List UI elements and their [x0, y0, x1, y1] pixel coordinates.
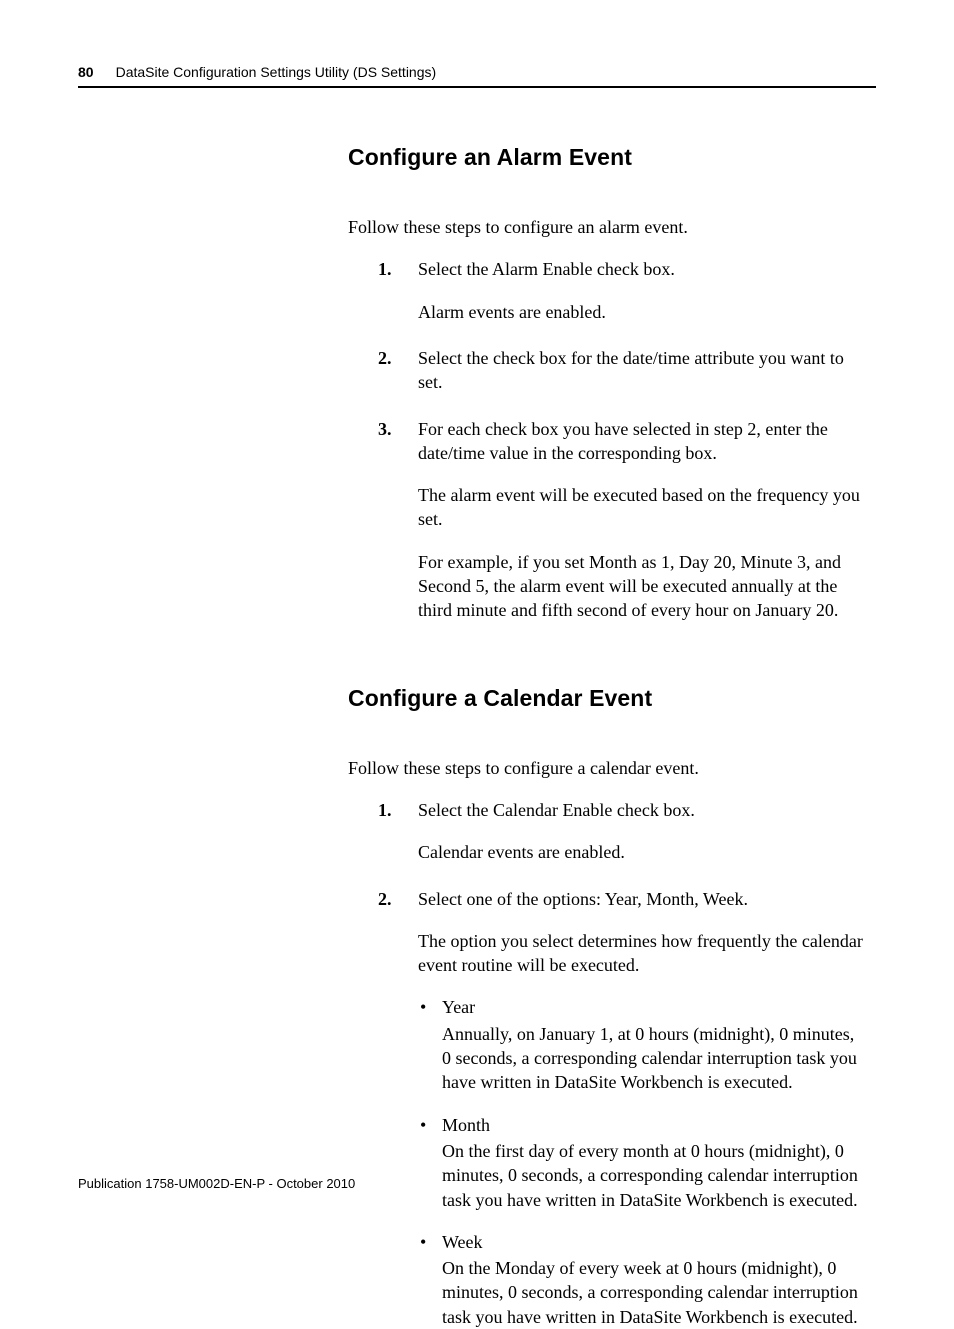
- section2-intro: Follow these steps to configure a calend…: [348, 756, 866, 780]
- step-note: The alarm event will be executed based o…: [418, 483, 866, 532]
- step-note: Alarm events are enabled.: [418, 300, 866, 324]
- list-item: 2. Select the check box for the date/tim…: [364, 346, 866, 395]
- bullet-item: Week On the Monday of every week at 0 ho…: [418, 1230, 866, 1329]
- bullet-desc: Annually, on January 1, at 0 hours (midn…: [442, 1022, 866, 1095]
- step-text: Select the Calendar Enable check box.: [418, 800, 695, 820]
- page-header: 80 DataSite Configuration Settings Utili…: [78, 64, 876, 88]
- step-note: For example, if you set Month as 1, Day …: [418, 550, 866, 623]
- bullet-item: Year Annually, on January 1, at 0 hours …: [418, 995, 866, 1094]
- step-note: The option you select determines how fre…: [418, 929, 866, 978]
- bullet-item: Month On the first day of every month at…: [418, 1113, 866, 1212]
- step-number: 3.: [378, 417, 392, 441]
- section1-steps: 1. Select the Alarm Enable check box. Al…: [348, 257, 866, 622]
- step-text: Select one of the options: Year, Month, …: [418, 889, 748, 909]
- list-item: 3. For each check box you have selected …: [364, 417, 866, 623]
- step-text: For each check box you have selected in …: [418, 419, 828, 463]
- list-item: 1. Select the Calendar Enable check box.…: [364, 798, 866, 865]
- bullet-label: Month: [442, 1113, 866, 1137]
- step-number: 1.: [378, 257, 392, 281]
- step-text: Select the check box for the date/time a…: [418, 348, 844, 392]
- step-note: Calendar events are enabled.: [418, 840, 866, 864]
- section-heading-alarm: Configure an Alarm Event: [348, 142, 866, 173]
- section-heading-calendar: Configure a Calendar Event: [348, 683, 866, 714]
- bullet-label: Year: [442, 995, 866, 1019]
- page-content: Configure an Alarm Event Follow these st…: [348, 142, 866, 1329]
- bullet-label: Week: [442, 1230, 866, 1254]
- step-number: 2.: [378, 887, 392, 911]
- bullet-list: Year Annually, on January 1, at 0 hours …: [418, 995, 866, 1329]
- step-number: 1.: [378, 798, 392, 822]
- bullet-desc: On the first day of every month at 0 hou…: [442, 1139, 866, 1212]
- document-page: 80 DataSite Configuration Settings Utili…: [0, 0, 954, 1235]
- step-number: 2.: [378, 346, 392, 370]
- list-item: 1. Select the Alarm Enable check box. Al…: [364, 257, 866, 324]
- chapter-title: DataSite Configuration Settings Utility …: [116, 64, 437, 80]
- step-text: Select the Alarm Enable check box.: [418, 259, 675, 279]
- bullet-desc: On the Monday of every week at 0 hours (…: [442, 1256, 866, 1329]
- list-item: 2. Select one of the options: Year, Mont…: [364, 887, 866, 1329]
- section2-steps: 1. Select the Calendar Enable check box.…: [348, 798, 866, 1329]
- page-number: 80: [78, 64, 94, 80]
- section1-intro: Follow these steps to configure an alarm…: [348, 215, 866, 239]
- footer-publication: Publication 1758-UM002D-EN-P - October 2…: [78, 1176, 355, 1191]
